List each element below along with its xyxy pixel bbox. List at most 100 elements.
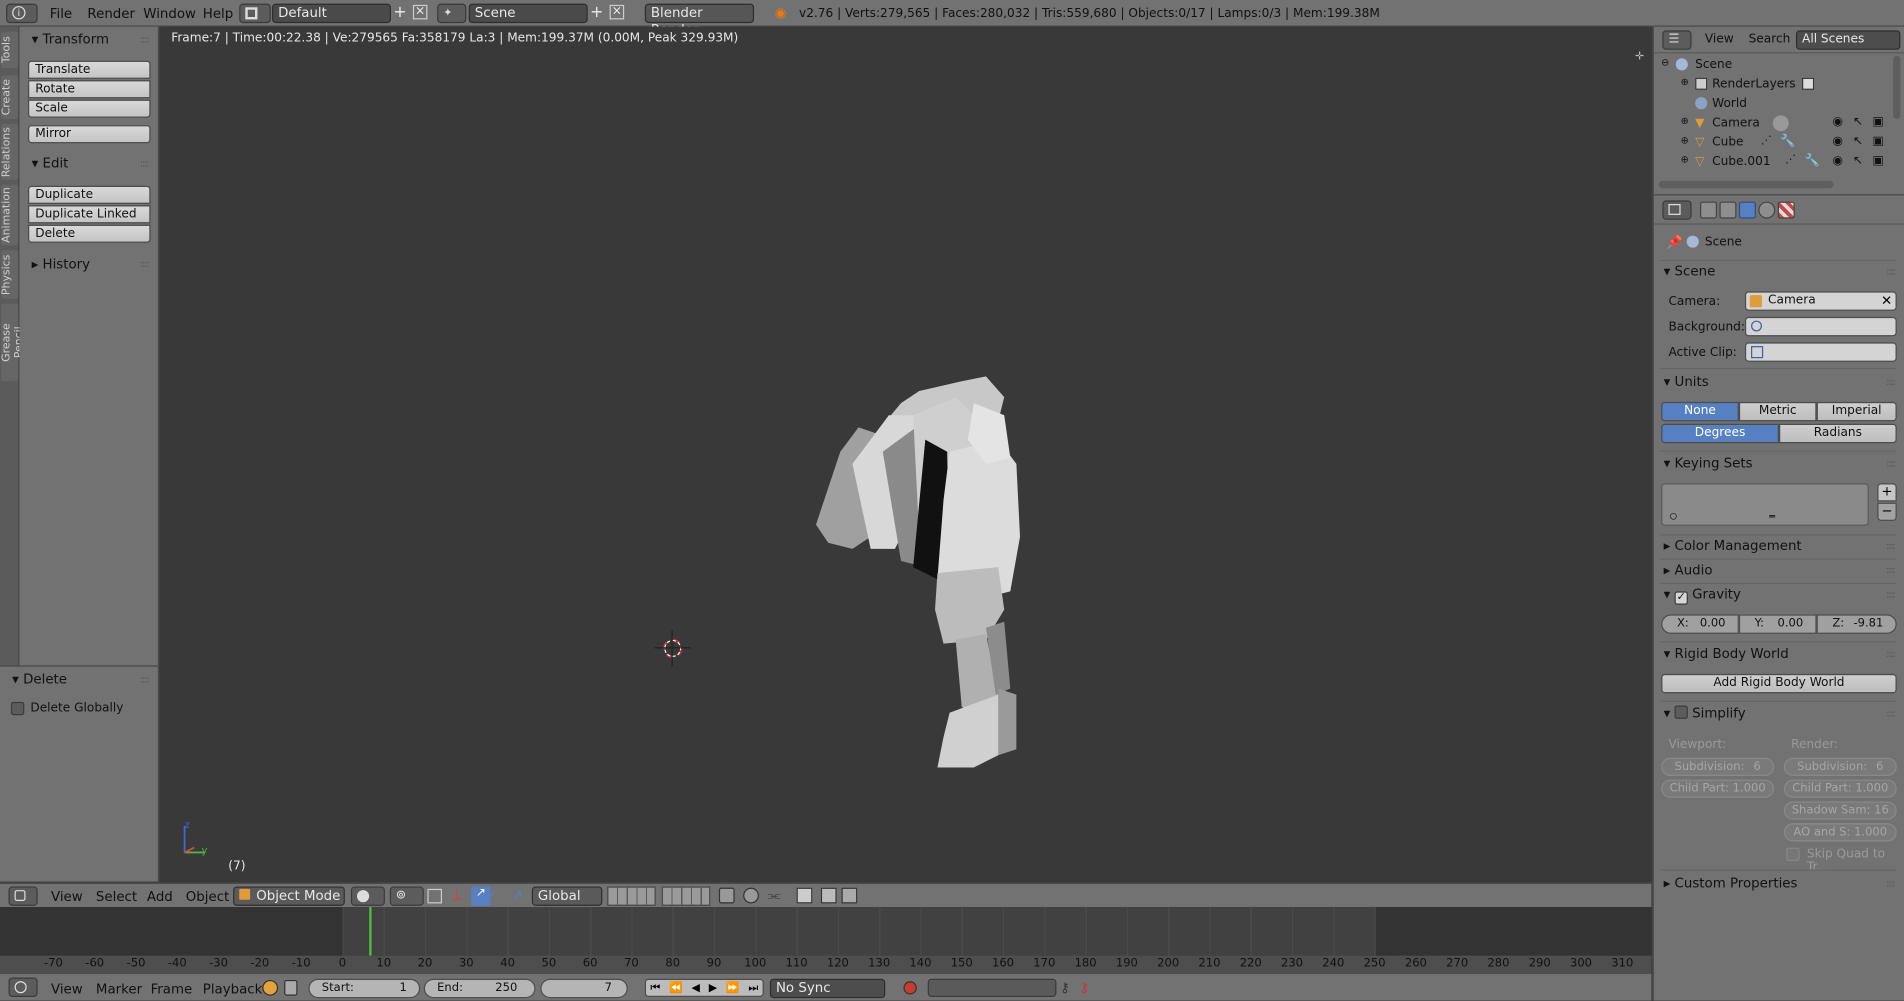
add-rigid-body-world-button[interactable]: Add Rigid Body World: [1661, 673, 1897, 694]
radians-button[interactable]: Radians: [1778, 423, 1897, 444]
grip-icon[interactable]: ::::: [140, 158, 149, 169]
grip-icon[interactable]: ::::: [1886, 540, 1895, 551]
3d-cursor[interactable]: [654, 630, 691, 667]
texture-tab-icon[interactable]: [1777, 201, 1795, 219]
menu-file[interactable]: File: [50, 6, 72, 22]
start-frame-field[interactable]: Start: 1: [308, 978, 421, 999]
editor-type-info-button[interactable]: i: [6, 3, 38, 24]
close-layout-icon[interactable]: ×: [412, 4, 428, 20]
clear-camera-icon[interactable]: ✕: [1881, 293, 1892, 309]
layers-grid-1[interactable]: [607, 886, 656, 906]
proportional-edit-icon[interactable]: [743, 887, 759, 904]
end-frame-field[interactable]: End: 250: [423, 978, 536, 999]
tab-relations[interactable]: Relations: [1, 123, 19, 180]
scale-button[interactable]: Scale: [27, 99, 151, 118]
outliner-item-camera[interactable]: ⊕ ▼ Camera ◉ ↖ ▣: [1654, 114, 1891, 133]
color-management-panel-header[interactable]: ▸ Color Management: [1664, 538, 1802, 554]
menu-object[interactable]: Object: [186, 889, 230, 905]
orientation-select[interactable]: Global: [531, 886, 603, 906]
grip-icon[interactable]: ::::: [1886, 648, 1895, 659]
layers-grid-2[interactable]: [661, 886, 711, 906]
menu-render[interactable]: Render: [87, 6, 135, 22]
playhead[interactable]: [369, 907, 372, 956]
edit-panel-header[interactable]: ▾ Edit: [32, 155, 69, 171]
outliner-item-cube-001[interactable]: ⊕ ▽ Cube.001 ⋰ 🔧 ◉ ↖ ▣: [1654, 153, 1891, 172]
editor-type-timeline-button[interactable]: [8, 977, 38, 997]
scene-selector-button[interactable]: ✦: [437, 3, 467, 24]
snap-icon[interactable]: ⫘: [767, 886, 780, 904]
outliner-item-cube[interactable]: ⊕ ▽ Cube ⋰ 🔧 ◉ ↖ ▣: [1654, 134, 1891, 153]
translate-manip-icon[interactable]: ⊥: [451, 886, 470, 905]
shading-select[interactable]: [350, 886, 385, 906]
delete-keyframe-icon[interactable]: ⚷: [1080, 980, 1090, 996]
menu-window[interactable]: Window: [143, 6, 196, 22]
eye-icon[interactable]: ◉: [1832, 115, 1843, 128]
grip-icon[interactable]: ::::: [140, 674, 149, 685]
3d-viewport[interactable]: Frame:7 | Time:00:22.38 | Ve:279565 Fa:3…: [160, 26, 1652, 882]
opengl-anim-icon[interactable]: [841, 887, 858, 904]
layout-selector-button[interactable]: [239, 3, 271, 24]
arrow-manip-icon[interactable]: ↗: [511, 886, 530, 905]
cursor-select-icon[interactable]: ↖: [1853, 135, 1863, 148]
delete-button[interactable]: Delete: [27, 224, 151, 243]
units-panel-header[interactable]: ▾ Units: [1664, 374, 1709, 390]
gravity-panel-header[interactable]: ▾ ✓ Gravity: [1664, 587, 1741, 605]
gravity-z-field[interactable]: Z: -9.81: [1816, 614, 1897, 634]
rotate-button[interactable]: Rotate: [27, 80, 151, 99]
ao-sss-field[interactable]: AO and S: 1.000: [1783, 823, 1897, 842]
render-engine-select[interactable]: Blender Render: [644, 3, 755, 38]
grip-icon[interactable]: ::::: [140, 259, 149, 270]
play-reverse-icon[interactable]: ◀: [691, 982, 699, 994]
unit-metric-button[interactable]: Metric: [1738, 401, 1817, 422]
pin-icon[interactable]: 📌: [1666, 234, 1683, 250]
render-subdivision-field[interactable]: Subdivision: 6: [1783, 757, 1897, 776]
skip-quad-checkbox[interactable]: [1786, 847, 1800, 861]
grip-icon[interactable]: ::::: [1886, 565, 1895, 576]
add-layout-icon[interactable]: +: [393, 4, 406, 22]
outliner-item-renderlayers[interactable]: ⊕ RenderLayers: [1654, 75, 1891, 94]
renderlayers-tab-icon[interactable]: [1719, 201, 1737, 219]
grip-icon[interactable]: ::::: [1886, 589, 1895, 600]
menu-add[interactable]: Add: [147, 889, 173, 905]
menu-view[interactable]: View: [51, 981, 83, 997]
translate-button[interactable]: Translate: [27, 60, 151, 79]
add-keying-set-button[interactable]: +: [1877, 483, 1897, 502]
duplicate-button[interactable]: Duplicate: [27, 185, 151, 205]
active-clip-field[interactable]: [1744, 342, 1897, 362]
eye-icon[interactable]: ◉: [1832, 135, 1843, 148]
snap-target-icon[interactable]: [796, 887, 813, 904]
scene-panel-header[interactable]: ▾ Scene: [1664, 264, 1716, 280]
remove-keying-set-button[interactable]: −: [1877, 502, 1897, 521]
render-tab-icon[interactable]: [1700, 201, 1718, 219]
timeline[interactable]: -70 -60 -50 -40 -30 -20 -10 0 10 20 30 40 50 60 70 80 90…: [0, 907, 1652, 973]
rigid-body-panel-header[interactable]: ▾ Rigid Body World: [1664, 646, 1789, 662]
custom-properties-panel-header[interactable]: ▸ Custom Properties: [1664, 876, 1798, 892]
menu-frame[interactable]: Frame: [151, 981, 193, 997]
prev-key-icon[interactable]: ⏪: [669, 982, 683, 994]
render-camera-icon[interactable]: ▣: [1872, 115, 1883, 128]
render-camera-icon[interactable]: ▣: [1872, 135, 1883, 148]
list-resize-icon[interactable]: ═: [1769, 511, 1775, 522]
outliner-item-scene[interactable]: ⊖ Scene: [1654, 56, 1891, 75]
menu-marker[interactable]: Marker: [96, 981, 142, 997]
scene-tab-icon[interactable]: [1738, 201, 1756, 219]
outliner-filter-select[interactable]: All Scenes: [1795, 30, 1901, 50]
menu-view[interactable]: View: [51, 889, 83, 905]
transform-panel-header[interactable]: ▾ Transform: [32, 32, 109, 48]
grip-icon[interactable]: ::::: [1886, 708, 1895, 719]
editor-type-outliner-button[interactable]: ☰: [1662, 30, 1692, 50]
tab-create[interactable]: Create: [1, 75, 19, 120]
menu-playback[interactable]: Playback: [203, 981, 263, 997]
render-layer-icon[interactable]: [718, 887, 735, 904]
viewport-subdivision-field[interactable]: Subdivision: 6: [1661, 757, 1775, 776]
jump-end-icon[interactable]: ⏭: [748, 982, 758, 994]
audio-panel-header[interactable]: ▸ Audio: [1664, 562, 1713, 578]
add-scene-icon[interactable]: +: [590, 4, 603, 22]
robot-model[interactable]: [804, 367, 1071, 768]
grip-icon[interactable]: ::::: [1886, 458, 1895, 469]
manipulator-icon[interactable]: [427, 888, 443, 904]
camera-field[interactable]: Camera: [1744, 291, 1897, 311]
current-frame-field[interactable]: 7: [540, 978, 628, 999]
grip-icon[interactable]: ::::: [140, 34, 149, 45]
pivot-select[interactable]: ⊚: [389, 886, 424, 906]
